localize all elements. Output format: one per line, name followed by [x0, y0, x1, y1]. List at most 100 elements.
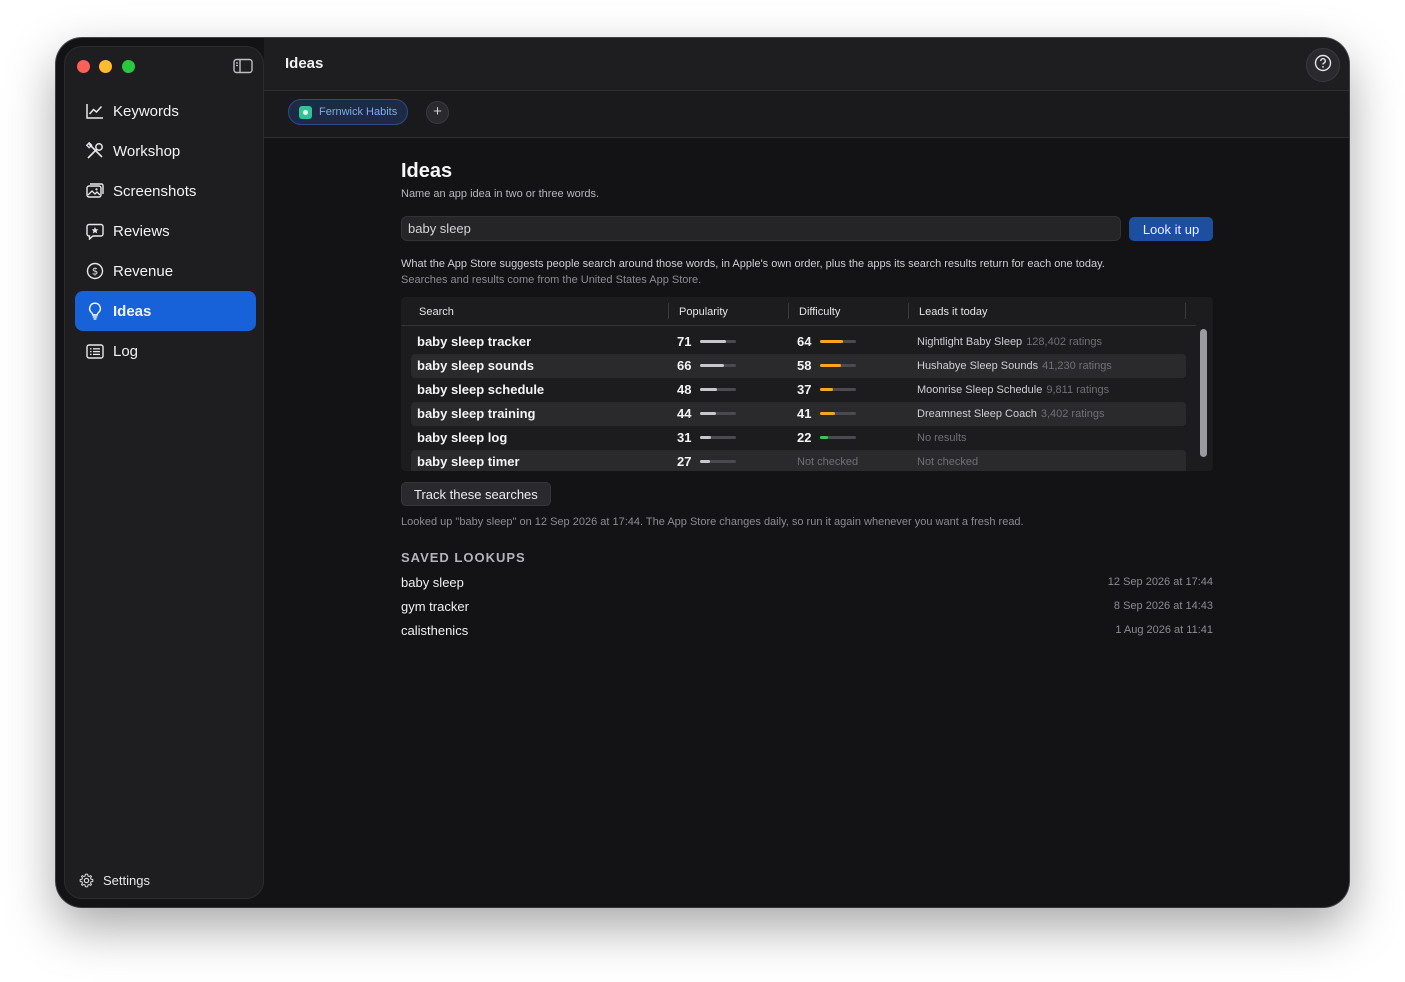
sidebar-item-keywords[interactable]: Keywords	[75, 91, 256, 131]
popularity-score: 31	[677, 430, 692, 445]
sidebar-item-ideas[interactable]: Ideas	[75, 291, 256, 331]
difficulty-bar	[820, 412, 856, 415]
app-tab-label: Fernwick Habits	[319, 106, 398, 118]
popularity-bar	[700, 412, 736, 415]
svg-text:$: $	[92, 267, 98, 278]
column-header-search[interactable]: Search	[419, 306, 454, 318]
search-term-cell: baby sleep timer	[417, 454, 520, 469]
popularity-score: 48	[677, 382, 692, 397]
tools-icon	[85, 141, 105, 161]
main-area: Ideas Fernwick Habits + Ideas Name an ap…	[264, 38, 1349, 907]
help-button[interactable]	[1306, 48, 1340, 82]
saved-lookup-item[interactable]: calisthenics 1 Aug 2026 at 11:41	[401, 618, 1213, 642]
search-term-cell: baby sleep log	[417, 430, 508, 445]
sidebar-item-screenshots[interactable]: Screenshots	[75, 171, 256, 211]
difficulty-bar	[820, 364, 856, 367]
saved-lookup-date: 8 Sep 2026 at 14:43	[1113, 600, 1213, 612]
leading-app-ratings: 3,402 ratings	[1040, 408, 1105, 420]
sidebar-item-label: Screenshots	[113, 182, 197, 200]
table-row[interactable]: baby sleep timer 27 Not checked Not checked	[411, 450, 1186, 471]
scrollbar-thumb[interactable]	[1200, 329, 1207, 457]
source-note: Searches and results come from the Unite…	[401, 274, 702, 286]
lookup-timestamp-note: Looked up "baby sleep" on 12 Sep 2026 at…	[401, 516, 1024, 528]
leading-app-name: Moonrise Sleep Schedule	[917, 384, 1043, 396]
star-bubble-icon	[85, 221, 105, 241]
saved-lookup-term: baby sleep	[401, 575, 464, 590]
leading-app-name: Hushabye Sleep Sounds	[917, 360, 1039, 372]
gear-icon	[79, 873, 94, 888]
popularity-bar-fill	[700, 460, 710, 463]
column-header-leads[interactable]: Leads it today	[919, 306, 988, 318]
popularity-score: 44	[677, 406, 692, 421]
popularity-score: 27	[677, 454, 692, 469]
popularity-bar-fill	[700, 412, 716, 415]
list-icon	[85, 341, 105, 361]
leading-app: Hushabye Sleep Sounds 41,230 ratings	[917, 360, 1112, 372]
column-header-difficulty[interactable]: Difficulty	[799, 306, 840, 318]
minimize-window-button[interactable]	[99, 60, 112, 73]
difficulty-bar	[820, 436, 856, 439]
sidebar-nav: Keywords Workshop Screenshots Reviews $ …	[75, 91, 256, 371]
saved-lookup-date: 1 Aug 2026 at 11:41	[1115, 624, 1213, 636]
sidebar-toggle-icon[interactable]	[233, 58, 253, 79]
sidebar-item-label: Ideas	[113, 302, 152, 320]
track-searches-button[interactable]: Track these searches	[401, 482, 551, 506]
sidebar-item-label: Revenue	[113, 262, 174, 280]
search-term-cell: baby sleep training	[417, 406, 536, 421]
saved-lookups-heading: SAVED LOOKUPS	[401, 550, 526, 565]
close-window-button[interactable]	[77, 60, 90, 73]
app-tab-fernwick-habits[interactable]: Fernwick Habits	[288, 99, 409, 125]
column-divider	[1185, 303, 1186, 319]
leading-app-ratings: 41,230 ratings	[1042, 360, 1112, 372]
table-scrollbar[interactable]	[1198, 327, 1209, 467]
column-header-popularity[interactable]: Popularity	[679, 306, 728, 318]
sidebar-item-workshop[interactable]: Workshop	[75, 131, 256, 171]
leading-app-ratings: 9,811 ratings	[1046, 384, 1110, 396]
sidebar-item-label: Reviews	[113, 222, 170, 240]
settings-button[interactable]: Settings	[79, 873, 150, 888]
difficulty-bar-fill	[820, 364, 841, 367]
difficulty-bar	[820, 388, 856, 391]
table-row[interactable]: baby sleep log 31 22 No results	[411, 426, 1186, 450]
app-tab-bar: Fernwick Habits +	[264, 91, 1349, 138]
app-icon	[299, 105, 312, 119]
page-subtitle: Name an app idea in two or three words.	[401, 188, 600, 200]
title-bar: Ideas	[264, 38, 1349, 91]
table-row[interactable]: baby sleep training 44 41 Dreamnest Sleep C…	[411, 402, 1186, 426]
dollar-circle-icon: $	[85, 261, 105, 281]
popularity-bar-fill	[700, 340, 726, 343]
lightbulb-icon	[85, 301, 105, 321]
leader-status: No results	[917, 432, 967, 444]
zoom-window-button[interactable]	[122, 60, 135, 73]
suggestions-table: Search Popularity Difficulty Leads it to…	[401, 297, 1213, 471]
popularity-bar-fill	[700, 436, 712, 439]
app-window: Keywords Workshop Screenshots Reviews $ …	[56, 38, 1349, 907]
table-row[interactable]: baby sleep tracker 71 64 Nightlight Baby Sl…	[411, 330, 1186, 354]
popularity-bar	[700, 364, 736, 367]
sidebar-item-revenue[interactable]: $ Revenue	[75, 251, 256, 291]
saved-lookup-item[interactable]: baby sleep 12 Sep 2026 at 17:44	[401, 570, 1213, 594]
difficulty-score: 58	[797, 358, 812, 373]
column-divider	[668, 303, 669, 319]
sidebar-item-reviews[interactable]: Reviews	[75, 211, 256, 251]
search-term-cell: baby sleep schedule	[417, 382, 545, 397]
settings-label: Settings	[103, 873, 150, 888]
popularity-bar	[700, 460, 736, 463]
difficulty-score: 22	[797, 430, 812, 445]
page-title: Ideas	[401, 160, 453, 182]
saved-lookup-item[interactable]: gym tracker 8 Sep 2026 at 14:43	[401, 594, 1213, 618]
saved-lookup-term: gym tracker	[401, 599, 469, 614]
window-title: Ideas	[285, 55, 324, 72]
search-term-cell: baby sleep tracker	[417, 334, 532, 349]
difficulty-bar	[820, 340, 856, 343]
sidebar-item-log[interactable]: Log	[75, 331, 256, 371]
leading-app-name: Dreamnest Sleep Coach	[917, 408, 1037, 420]
difficulty-bar-fill	[820, 340, 843, 343]
look-it-up-button[interactable]: Look it up	[1129, 217, 1213, 241]
idea-search-input[interactable]	[401, 216, 1121, 241]
difficulty-score: 37	[797, 382, 812, 397]
add-app-button[interactable]: +	[426, 101, 449, 124]
table-row[interactable]: baby sleep sounds 66 58 Hushabye Sleep Soun…	[411, 354, 1186, 378]
table-row[interactable]: baby sleep schedule 48 37 Moonrise Sleep Sc…	[411, 378, 1186, 402]
sidebar-item-label: Workshop	[113, 142, 181, 160]
